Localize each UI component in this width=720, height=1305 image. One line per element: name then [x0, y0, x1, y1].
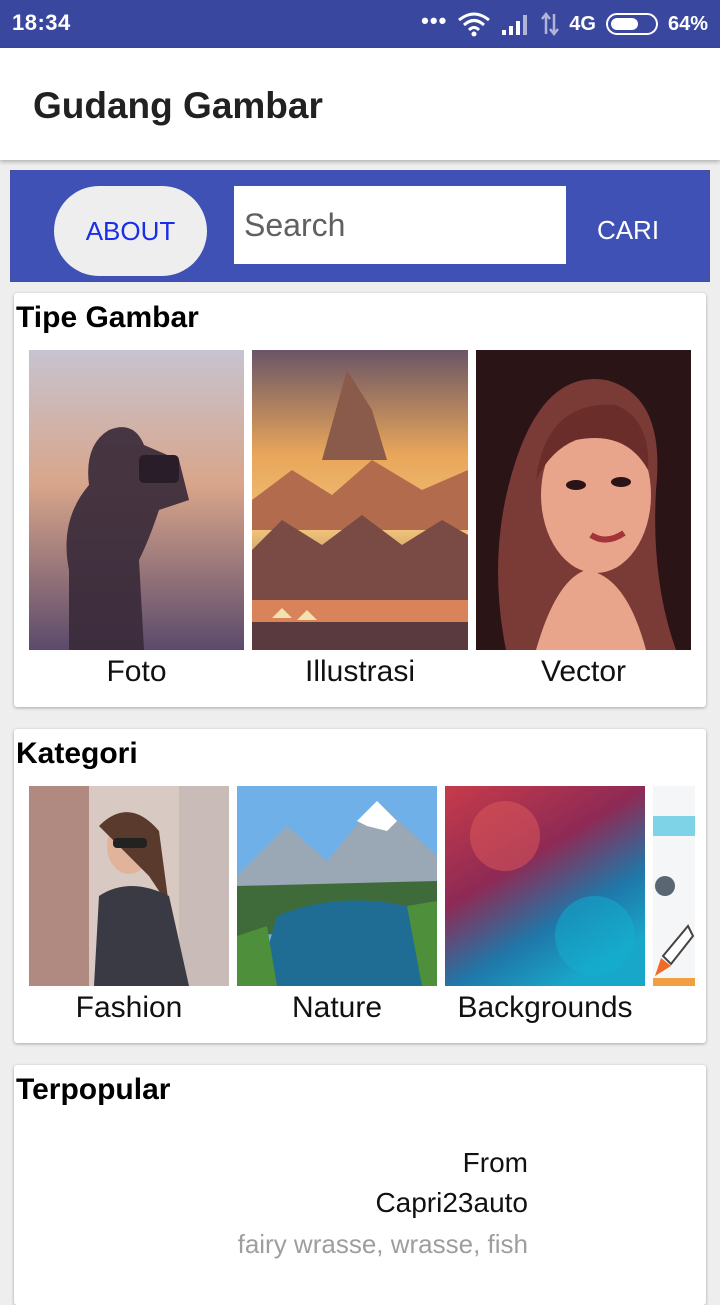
- mountain-illustration-image: [252, 350, 468, 650]
- photographer-image: [29, 350, 244, 650]
- kategori-title: Kategori: [16, 737, 138, 770]
- category-tile-nature[interactable]: Nature: [237, 786, 437, 1036]
- nature-image: [237, 786, 437, 986]
- category-tile-science[interactable]: [653, 786, 695, 986]
- search-input[interactable]: [234, 186, 566, 264]
- terpopular-card: Terpopular From Capri23auto fairy wrasse…: [14, 1065, 706, 1305]
- popular-from-label: From: [462, 1147, 528, 1178]
- tipe-gambar-title: Tipe Gambar: [16, 301, 199, 334]
- cari-button[interactable]: CARI: [580, 210, 676, 250]
- science-rocket-image: [653, 786, 695, 986]
- backgrounds-image: [445, 786, 645, 986]
- category-label-nature: Nature: [291, 991, 383, 1024]
- status-icons: ••• 4G 64%: [421, 8, 708, 40]
- status-bar: 18:34 ••• 4G 64%: [0, 0, 720, 48]
- battery-icon: [605, 13, 658, 35]
- type-label-vector: Vector: [540, 655, 627, 688]
- battery-percent: 64%: [667, 12, 708, 35]
- popular-author[interactable]: Capri23auto: [375, 1187, 528, 1219]
- notification-dots: •••: [421, 8, 448, 33]
- category-tile-fashion[interactable]: Fashion: [29, 786, 229, 1036]
- signal-icon: [502, 15, 528, 35]
- battery-fill: [610, 18, 638, 30]
- type-label-illustrasi: Illustrasi: [304, 655, 416, 688]
- terpopular-title: Terpopular: [16, 1073, 171, 1106]
- fashion-image: [29, 786, 229, 986]
- wifi-icon: [458, 12, 491, 37]
- kategori-card: Kategori Fashion Nature Backgrounds: [14, 729, 706, 1043]
- app-bar: Gudang Gambar: [0, 48, 720, 160]
- type-tile-vector[interactable]: Vector: [476, 350, 691, 700]
- tipe-gambar-card: Tipe Gambar Foto Illustrasi Vector: [14, 293, 706, 707]
- about-button[interactable]: ABOUT: [54, 186, 207, 276]
- category-label-backgrounds: Backgrounds: [457, 991, 633, 1024]
- type-tile-foto[interactable]: Foto: [29, 350, 244, 700]
- app-title: Gudang Gambar: [33, 85, 323, 126]
- data-arrows-icon: [541, 12, 560, 36]
- category-label-fashion: Fashion: [75, 991, 183, 1024]
- popular-tags: fairy wrasse, wrasse, fish: [237, 1229, 528, 1259]
- type-tile-illustrasi[interactable]: Illustrasi: [252, 350, 468, 700]
- network-type: 4G: [569, 12, 596, 35]
- type-label-foto: Foto: [106, 655, 167, 688]
- category-tile-backgrounds[interactable]: Backgrounds: [445, 786, 645, 1036]
- status-time: 18:34: [12, 10, 71, 35]
- vector-portrait-image: [476, 350, 691, 650]
- search-toolbar: ABOUT CARI: [10, 170, 710, 282]
